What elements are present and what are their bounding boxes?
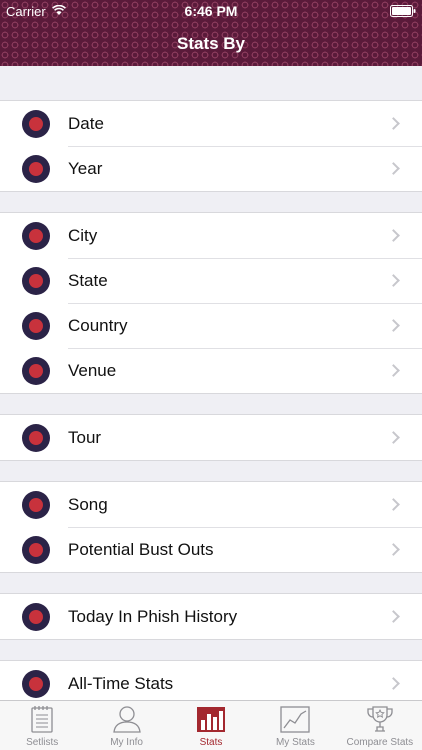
trophy-icon [367, 706, 393, 732]
section-gap [0, 640, 422, 660]
clock: 6:46 PM [184, 3, 238, 19]
chevron-right-icon [387, 229, 400, 242]
chevron-right-icon [387, 364, 400, 377]
tab-label: My Info [110, 737, 143, 748]
row-label: Date [68, 113, 104, 133]
record-icon [22, 602, 50, 631]
row-date[interactable]: Date [0, 101, 422, 146]
row-potential-bust-outs[interactable]: Potential Bust Outs [0, 527, 422, 572]
status-bar: Carrier 6:46 PM [0, 0, 422, 22]
section-gap [0, 461, 422, 481]
section-gap [0, 394, 422, 414]
row-label: Year [68, 158, 103, 178]
row-venue[interactable]: Venue [0, 348, 422, 393]
tab-compare-stats[interactable]: Compare Stats [338, 701, 422, 750]
row-label: Venue [68, 360, 117, 380]
group-location: City State Country Venue [0, 212, 422, 394]
group-song: Song Potential Bust Outs [0, 481, 422, 573]
record-icon [22, 535, 50, 564]
row-song[interactable]: Song [0, 482, 422, 527]
tab-stats[interactable]: Stats [169, 701, 253, 750]
bar-chart-icon [197, 707, 226, 732]
tab-setlists[interactable]: Setlists [0, 701, 84, 750]
record-icon [22, 669, 50, 698]
row-label: Tour [68, 427, 102, 447]
row-label: City [68, 225, 98, 245]
record-icon [22, 266, 50, 295]
tab-label: My Stats [275, 737, 315, 748]
chevron-right-icon [387, 319, 400, 332]
tab-label: Setlists [26, 737, 59, 748]
tab-bar: Setlists My Info Stats My Stats Compare … [0, 700, 422, 750]
tab-my-stats[interactable]: My Stats [253, 701, 337, 750]
record-icon [22, 356, 50, 385]
record-icon [22, 221, 50, 250]
stats-list: Date Year City State Country Venue Tour … [0, 66, 422, 707]
row-tour[interactable]: Tour [0, 415, 422, 460]
setlist-icon [31, 706, 53, 733]
section-gap [0, 66, 422, 100]
row-label: Today In Phish History [68, 606, 238, 626]
person-icon [112, 706, 141, 733]
group-history: Today In Phish History [0, 593, 422, 640]
record-icon [22, 490, 50, 519]
record-icon [22, 109, 50, 138]
tab-label: Stats [199, 737, 223, 748]
record-icon [22, 154, 50, 183]
row-label: Song [68, 494, 108, 514]
row-country[interactable]: Country [0, 303, 422, 348]
navigation-header: Carrier 6:46 PM Stats By [0, 0, 422, 66]
chevron-right-icon [387, 274, 400, 287]
chevron-right-icon [387, 610, 400, 623]
line-chart-icon [280, 706, 311, 733]
page-title: Stats By [176, 34, 246, 53]
chevron-right-icon [387, 543, 400, 556]
tab-my-info[interactable]: My Info [84, 701, 168, 750]
chevron-right-icon [387, 162, 400, 175]
section-gap [0, 573, 422, 593]
row-label: State [68, 270, 108, 290]
chevron-right-icon [387, 677, 400, 690]
section-gap [0, 192, 422, 212]
chevron-right-icon [387, 431, 400, 444]
chevron-right-icon [387, 498, 400, 511]
row-today-in-phish-history[interactable]: Today In Phish History [0, 594, 422, 639]
row-label: All-Time Stats [68, 673, 174, 693]
row-label: Country [68, 315, 128, 335]
group-date: Date Year [0, 100, 422, 192]
chevron-right-icon [387, 117, 400, 130]
row-city[interactable]: City [0, 213, 422, 258]
battery-icon [390, 5, 416, 17]
record-icon [22, 423, 50, 452]
row-state[interactable]: State [0, 258, 422, 303]
group-tour: Tour [0, 414, 422, 461]
tab-label: Compare Stats [346, 737, 414, 748]
record-icon [22, 311, 50, 340]
row-year[interactable]: Year [0, 146, 422, 191]
row-label: Potential Bust Outs [68, 539, 214, 559]
